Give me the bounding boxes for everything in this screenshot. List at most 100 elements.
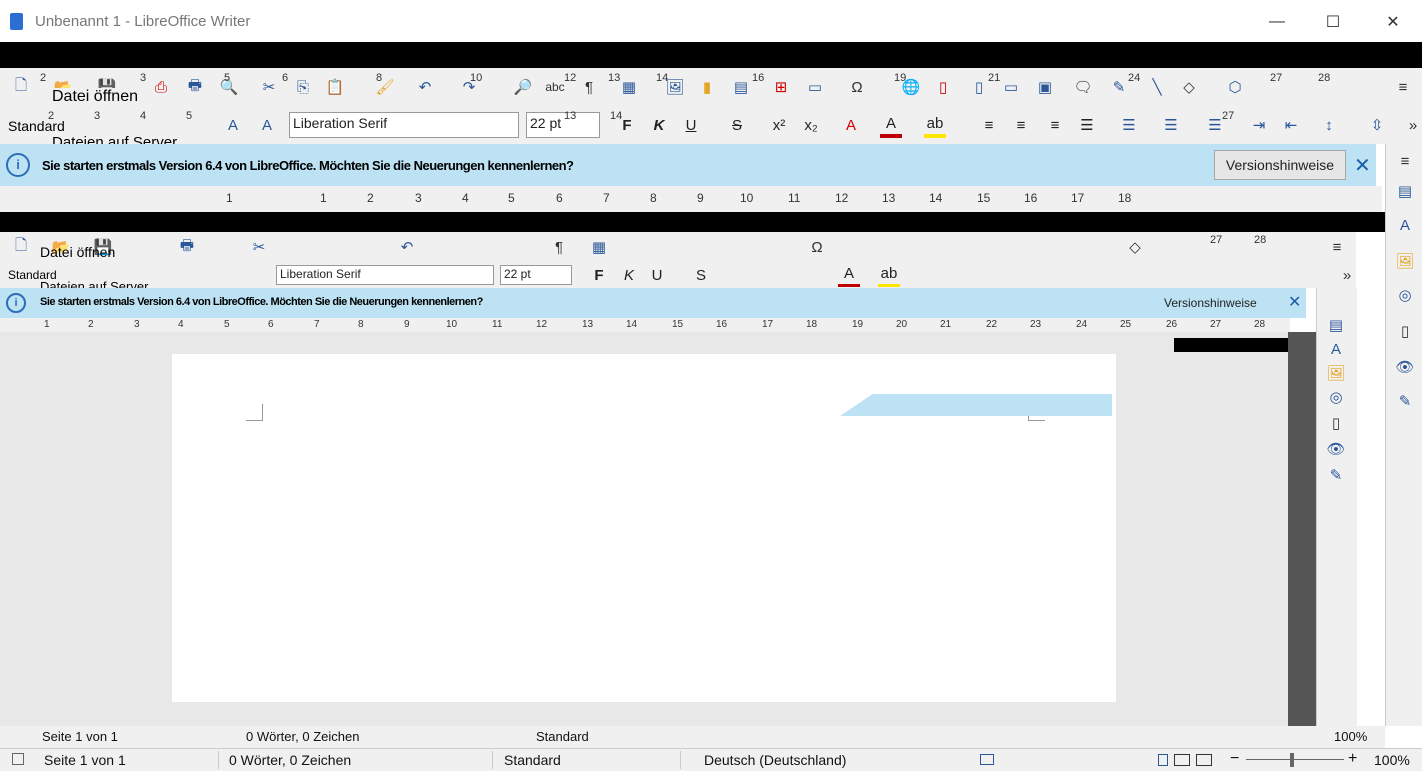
ruler-num: 11 (788, 191, 801, 205)
justify-icon[interactable]: ☰ (1076, 114, 1098, 136)
copy-icon[interactable]: ⎘ (292, 76, 314, 98)
new-document-icon: 🗋 (14, 236, 28, 254)
line-spacing-icon[interactable]: ↕ (1318, 114, 1340, 136)
export-pdf-icon[interactable]: ⎙ (150, 76, 172, 98)
navigator-icon[interactable]: ◎ (1394, 284, 1416, 306)
single-page-view-icon[interactable] (1158, 754, 1168, 766)
table-icon[interactable]: ▦ (618, 76, 640, 98)
ruler-num: 18 (806, 319, 818, 330)
cut-icon[interactable]: ✂ (258, 76, 280, 98)
shapes-icon[interactable]: ◇ (1178, 76, 1200, 98)
properties-icon: ▤ (1328, 317, 1344, 334)
page-icon[interactable]: ▯ (1394, 320, 1416, 342)
status-page[interactable]: Seite 1 von 1 (44, 752, 126, 768)
textbox-icon[interactable]: ▤ (730, 76, 752, 98)
maximize-button[interactable]: ☐ (1310, 8, 1356, 36)
bullet-list-icon[interactable]: ☰ (1118, 114, 1140, 136)
strikethrough-button[interactable]: S (726, 114, 748, 136)
menu-icon[interactable]: ≡ (1392, 76, 1414, 98)
paste-icon[interactable]: 📋 (324, 76, 346, 98)
paragraph-spacing-icon[interactable]: ⇳ (1366, 114, 1388, 136)
tb-num: 10 (470, 72, 483, 84)
shapes-icon: ◇ (1129, 239, 1141, 256)
track-changes-icon[interactable]: ✎ (1108, 76, 1130, 98)
ruler-num: 2 (88, 319, 94, 330)
status-page-style[interactable]: Standard (504, 752, 561, 768)
align-left-icon[interactable]: ≡ (978, 114, 1000, 136)
subscript-icon[interactable]: x₂ (800, 114, 822, 136)
formatting-marks-icon[interactable]: ¶ (578, 76, 600, 98)
find-replace-icon[interactable]: 🔎 (512, 76, 534, 98)
field-icon[interactable]: ▭ (804, 76, 826, 98)
decrease-indent-icon[interactable]: ⇤ (1280, 114, 1302, 136)
spelling-icon[interactable]: abc (544, 76, 566, 98)
font-color-icon[interactable]: A (880, 112, 902, 138)
ghost-release-notes: Versionshinweise (1164, 296, 1257, 310)
ruler-num: 1 (226, 191, 233, 205)
page-break-icon[interactable]: ⊞ (770, 76, 792, 98)
chart-icon[interactable]: ▮ (696, 76, 718, 98)
zoom-slider-track[interactable] (1246, 759, 1344, 760)
superscript-icon[interactable]: x² (768, 114, 790, 136)
highlight-icon[interactable]: ab (924, 112, 946, 138)
styles-icon[interactable]: A (1394, 214, 1416, 236)
comment-icon[interactable]: 🗨 (1072, 76, 1094, 98)
divider (218, 751, 219, 769)
multi-page-view-icon[interactable] (1174, 754, 1190, 766)
release-notes-button[interactable]: Versionshinweise (1214, 150, 1346, 180)
zoom-level[interactable]: 100% (1374, 752, 1410, 768)
design-icon[interactable]: ✎ (1394, 390, 1416, 412)
close-window-button[interactable]: ✕ (1370, 8, 1416, 36)
ruler-num: 1 (44, 319, 50, 330)
zoom-out-button[interactable]: − (1230, 750, 1239, 768)
ruler-num: 6 (268, 319, 274, 330)
align-right-icon[interactable]: ≡ (1044, 114, 1066, 136)
ruler-num: 15 (672, 319, 684, 330)
status-word-count[interactable]: 0 Wörter, 0 Zeichen (229, 752, 351, 768)
font-name-input[interactable]: Liberation Serif (289, 112, 519, 138)
ruler-num: 19 (852, 319, 864, 330)
ruler-num: 6 (556, 191, 563, 205)
minimize-button[interactable]: — (1254, 8, 1300, 36)
new-document-icon[interactable]: 🗋 (10, 76, 32, 98)
special-char-icon[interactable]: Ω (846, 76, 868, 98)
glitch-fragment (840, 394, 1112, 416)
ruler-num: 12 (835, 191, 849, 205)
draw-icon[interactable]: ⬡ (1224, 76, 1246, 98)
paragraph-style-box[interactable]: Standard (8, 118, 65, 134)
properties-icon[interactable]: ▤ (1394, 180, 1416, 202)
insert-mode-icon[interactable] (980, 754, 994, 765)
ruler-num: 16 (716, 319, 728, 330)
update-style-icon[interactable]: A (222, 114, 244, 136)
document-canvas (0, 332, 1316, 726)
document-page[interactable] (172, 354, 1116, 702)
zoom-slider-handle[interactable] (1290, 753, 1294, 767)
increase-indent-icon[interactable]: ⇥ (1248, 114, 1270, 136)
standard-toolbar: 🗋 📂 💾 ⎙ 🖶 🔍 ✂ ⎘ 📋 🖌 ↶ ↷ 🔎 abc ¶ ▦ 🖼 ▮ ▤ … (0, 68, 1422, 108)
gallery-icon[interactable]: 🖼 (1394, 250, 1416, 272)
zoom-in-button[interactable]: + (1348, 750, 1357, 768)
clear-formatting-icon[interactable]: A (840, 114, 862, 136)
line-icon[interactable]: ╲ (1146, 76, 1168, 98)
italic-button[interactable]: K (648, 114, 670, 136)
vertical-scrollbar[interactable] (1288, 332, 1316, 726)
numbered-list-icon[interactable]: ☰ (1160, 114, 1182, 136)
underline-button[interactable]: U (680, 114, 702, 136)
infobar-close-button[interactable]: ✕ (1354, 153, 1371, 178)
print-icon[interactable]: 🖶 (184, 76, 206, 98)
manage-changes-icon[interactable]: 👁 (1394, 356, 1416, 378)
new-style-icon[interactable]: A (256, 114, 278, 136)
tb-num: 2 (40, 72, 47, 84)
book-view-icon[interactable] (1196, 754, 1212, 766)
cross-reference-icon[interactable]: ▣ (1034, 76, 1056, 98)
menu-open-file[interactable]: Datei öffnen (52, 88, 138, 106)
font-size-input[interactable]: 22 pt (526, 112, 600, 138)
endnote-icon[interactable]: ▯ (968, 76, 990, 98)
more-icon[interactable]: » (1402, 114, 1422, 136)
status-language[interactable]: Deutsch (Deutschland) (704, 752, 846, 768)
bookmark-icon[interactable]: ▭ (1000, 76, 1022, 98)
align-center-icon[interactable]: ≡ (1010, 114, 1032, 136)
undo-icon[interactable]: ↶ (414, 76, 436, 98)
sidebar-menu-icon[interactable]: ≡ (1394, 150, 1416, 172)
footnote-icon[interactable]: ▯ (932, 76, 954, 98)
